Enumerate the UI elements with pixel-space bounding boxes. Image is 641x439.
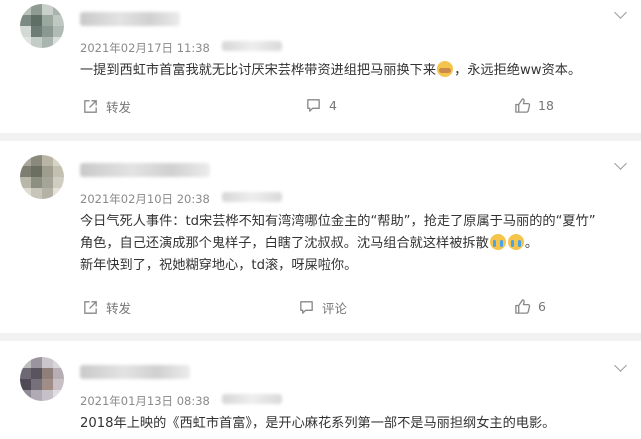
like-icon xyxy=(515,299,531,314)
like-count: 6 xyxy=(538,299,546,314)
emoji-icon xyxy=(507,234,524,250)
location-blurred xyxy=(222,41,282,51)
comment-count: 4 xyxy=(329,98,337,113)
like-count: 18 xyxy=(538,98,554,113)
comment-timestamp: 2021年02月17日 11:38 xyxy=(80,41,210,55)
like-button[interactable]: 6 xyxy=(514,298,546,315)
comment-icon xyxy=(300,301,313,314)
username-blurred[interactable] xyxy=(80,163,210,177)
like-button[interactable]: 18 xyxy=(514,97,554,114)
comment-timestamp: 2021年02月10日 20:38 xyxy=(80,192,210,206)
repost-button[interactable]: 转发 xyxy=(82,298,131,317)
chevron-down-icon[interactable] xyxy=(614,157,627,170)
like-icon xyxy=(515,98,531,113)
chevron-down-icon[interactable] xyxy=(614,359,627,372)
comment-text: 今日气死人事件：td宋芸桦不知有湾湾哪位金主的“帮助”，抢走了原属于马丽的的“夏… xyxy=(80,214,596,273)
comment-button[interactable]: 4 xyxy=(305,97,337,114)
location-blurred xyxy=(222,192,282,202)
location-blurred xyxy=(222,394,282,404)
emoji-icon xyxy=(437,61,454,77)
emoji-icon xyxy=(489,234,506,250)
repost-icon xyxy=(84,100,97,113)
separator xyxy=(0,333,641,341)
repost-button[interactable]: 转发 xyxy=(82,97,131,116)
comment-card: 2021年02月17日 11:38 一提到西虹市首富我就无比讨厌宋芸桦带资进组把… xyxy=(0,0,641,143)
avatar[interactable] xyxy=(20,357,64,401)
repost-label: 转发 xyxy=(106,100,132,115)
avatar[interactable] xyxy=(20,155,64,199)
comment-text: 2018年上映的《西虹市首富》，是开心麻花系列第一部不是马丽担纲女主的电影。 xyxy=(80,416,556,431)
username-blurred[interactable] xyxy=(80,12,180,26)
comment-text: 一提到西虹市首富我就无比讨厌宋芸桦带资进组把马丽换下来 ，永远拒绝ww资本。 xyxy=(80,61,582,78)
comment-icon xyxy=(307,99,320,112)
comment-card: 2021年01月13日 08:38 2018年上映的《西虹市首富》，是开心麻花系… xyxy=(0,343,641,439)
separator xyxy=(0,133,641,141)
chevron-down-icon[interactable] xyxy=(614,6,627,19)
comment-label: 评论 xyxy=(322,301,348,316)
comment-button[interactable]: 评论 xyxy=(298,298,347,317)
repost-icon xyxy=(84,301,97,314)
avatar[interactable] xyxy=(20,4,64,48)
username-blurred[interactable] xyxy=(80,365,190,379)
comment-card: 2021年02月10日 20:38 今日气死人事件：td宋芸桦不知有湾湾哪位金主… xyxy=(0,143,641,343)
repost-label: 转发 xyxy=(106,301,132,316)
comment-timestamp: 2021年01月13日 08:38 xyxy=(80,394,210,408)
